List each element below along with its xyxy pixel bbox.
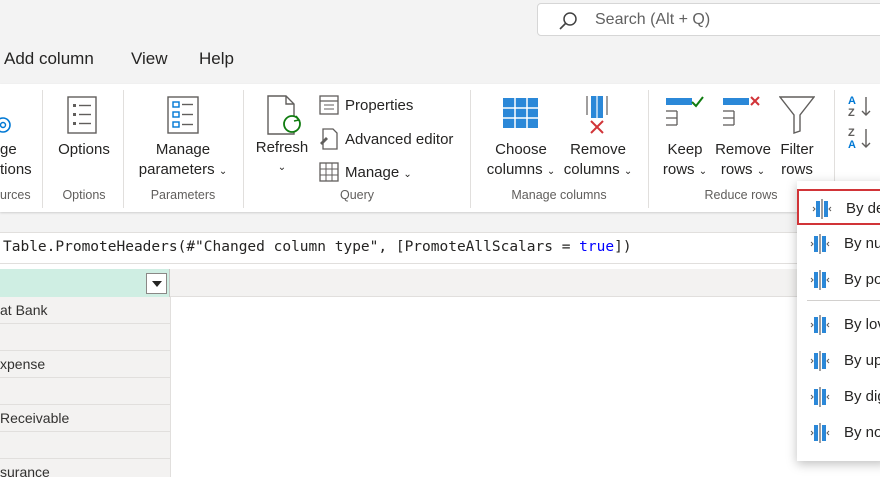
search-placeholder: Search (Alt + Q) bbox=[595, 11, 711, 28]
split-column-icon bbox=[810, 351, 830, 371]
data-source-icon bbox=[0, 117, 11, 133]
ribbon: ge tions urces Options Options Manage pa… bbox=[0, 84, 880, 212]
ribbon-separator bbox=[42, 90, 43, 208]
column-header[interactable] bbox=[0, 269, 170, 297]
filter-rows-icon bbox=[779, 96, 815, 134]
svg-text:A: A bbox=[848, 95, 856, 107]
table-cell[interactable]: surance bbox=[0, 459, 171, 477]
properties-button[interactable]: Properties bbox=[345, 96, 413, 116]
first-column: at Bank xpense Receivable surance bbox=[0, 297, 171, 477]
ribbon-separator bbox=[470, 90, 471, 208]
options-icon bbox=[67, 96, 97, 134]
options-button[interactable]: Options bbox=[56, 140, 112, 160]
ribbon-separator bbox=[243, 90, 244, 208]
group-label-sources: urces bbox=[0, 188, 31, 202]
chevron-down-icon: ⌄ bbox=[756, 166, 766, 177]
manage-icon bbox=[319, 162, 339, 182]
tab-view[interactable]: View bbox=[131, 49, 168, 69]
table-cell[interactable] bbox=[0, 378, 171, 405]
manage-parameters-icon bbox=[167, 96, 199, 134]
menu-item-split-by-number[interactable]: By nu bbox=[797, 226, 880, 262]
column-dropdown-icon[interactable] bbox=[146, 273, 167, 294]
menu-item-split-by-uppercase[interactable]: By up bbox=[797, 343, 880, 379]
tab-help[interactable]: Help bbox=[199, 49, 234, 69]
svg-text:Z: Z bbox=[848, 127, 855, 139]
tab-add-column[interactable]: Add column bbox=[4, 49, 94, 69]
menu-item-split-by-non-digit[interactable]: By no bbox=[797, 415, 880, 451]
properties-icon bbox=[319, 95, 339, 115]
table-cell[interactable] bbox=[0, 324, 171, 351]
chevron-down-icon: ⌄ bbox=[623, 166, 633, 177]
data-grid: at Bank xpense Receivable surance bbox=[0, 264, 880, 477]
remove-columns-icon bbox=[586, 96, 608, 134]
formula-text: Table.PromoteHeaders(#"Changed column ty… bbox=[3, 239, 632, 255]
chevron-down-icon: ⌄ bbox=[403, 169, 412, 180]
split-column-icon bbox=[810, 387, 830, 407]
split-column-menu: By de By nu By po By lov By up By dig By… bbox=[797, 181, 880, 461]
keep-rows-button[interactable]: Keep rows ⌄ bbox=[658, 140, 712, 182]
search-box[interactable]: Search (Alt + Q) bbox=[537, 3, 880, 36]
chevron-down-icon: ⌄ bbox=[698, 166, 708, 177]
remove-rows-icon bbox=[723, 96, 760, 126]
choose-columns-icon bbox=[503, 98, 538, 128]
menu-item-split-by-digit[interactable]: By dig bbox=[797, 379, 880, 415]
table-cell[interactable]: at Bank bbox=[0, 297, 171, 324]
table-cell[interactable] bbox=[0, 432, 171, 459]
split-column-icon bbox=[810, 423, 830, 443]
remove-columns-button[interactable]: Remove columns ⌄ bbox=[558, 140, 638, 182]
menu-item-split-by-lowercase[interactable]: By lov bbox=[797, 307, 880, 343]
manage-button[interactable]: Manage ⌄ bbox=[345, 163, 412, 185]
sort-ascending-icon[interactable]: A Z bbox=[848, 94, 876, 118]
advanced-editor-button[interactable]: Advanced editor bbox=[345, 130, 453, 150]
table-cell[interactable]: xpense bbox=[0, 351, 171, 378]
split-column-icon bbox=[810, 315, 830, 335]
advanced-editor-icon bbox=[320, 128, 338, 150]
group-label-query: Query bbox=[339, 188, 375, 202]
refresh-button[interactable]: Refresh ⌄ bbox=[253, 138, 311, 178]
chevron-down-icon: ⌄ bbox=[546, 166, 556, 177]
svg-text:Z: Z bbox=[848, 107, 855, 118]
chevron-down-icon: ⌄ bbox=[218, 166, 228, 177]
group-label-options: Options bbox=[62, 188, 106, 202]
refresh-icon bbox=[267, 95, 301, 135]
sort-descending-icon[interactable]: Z A bbox=[848, 126, 876, 150]
menu-item-split-by-delimiter[interactable]: By de bbox=[797, 189, 880, 225]
split-column-icon bbox=[812, 199, 832, 219]
svg-text:A: A bbox=[848, 139, 856, 150]
group-label-manage-columns: Manage columns bbox=[511, 188, 607, 202]
menu-separator bbox=[807, 300, 880, 301]
split-column-icon bbox=[810, 234, 830, 254]
group-label-parameters: Parameters bbox=[150, 188, 216, 202]
split-column-icon bbox=[810, 270, 830, 290]
ribbon-separator bbox=[123, 90, 124, 208]
menu-item-split-by-positions[interactable]: By po bbox=[797, 262, 880, 298]
data-source-button[interactable]: ge tions bbox=[0, 140, 32, 180]
keep-rows-icon bbox=[666, 96, 704, 126]
formula-bar[interactable]: Table.PromoteHeaders(#"Changed column ty… bbox=[0, 232, 880, 264]
remove-rows-button[interactable]: Remove rows ⌄ bbox=[712, 140, 774, 182]
table-cell[interactable]: Receivable bbox=[0, 405, 171, 432]
filter-rows-button[interactable]: Filter rows bbox=[774, 140, 820, 180]
search-icon bbox=[559, 12, 577, 30]
chevron-down-icon: ⌄ bbox=[277, 162, 287, 173]
ribbon-separator bbox=[648, 90, 649, 208]
grid-header-row bbox=[0, 269, 880, 297]
manage-parameters-button[interactable]: Manage parameters ⌄ bbox=[130, 140, 236, 182]
choose-columns-button[interactable]: Choose columns ⌄ bbox=[480, 140, 562, 182]
